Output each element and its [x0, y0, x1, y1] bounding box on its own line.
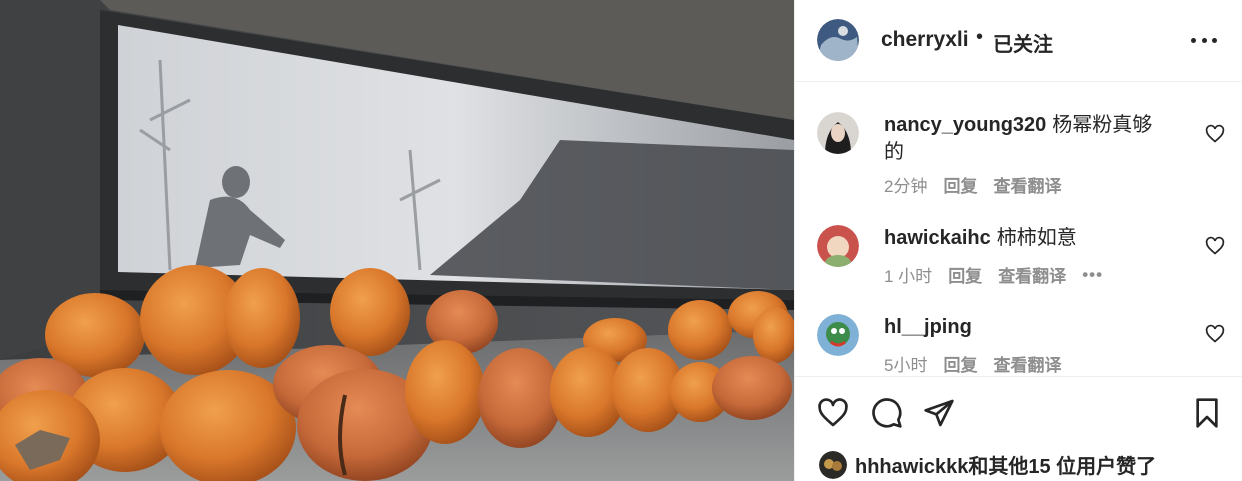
follow-status-button[interactable]: 已关注 — [993, 28, 1053, 57]
liker-avatar[interactable] — [819, 450, 847, 479]
commenter-avatar[interactable] — [817, 112, 859, 154]
likes-summary[interactable]: hhhawickkk和其他15 位用户赞了 — [819, 450, 1156, 479]
paper-plane-icon[interactable] — [923, 397, 955, 429]
likes-text[interactable]: hhhawickkk和其他15 位用户赞了 — [855, 450, 1156, 479]
persimmons-photo — [0, 0, 794, 481]
comment-username[interactable]: hl__jping — [884, 316, 972, 338]
separator-dot: • — [976, 26, 984, 48]
comment-meta: 5小时 回复 查看翻译 — [884, 351, 1061, 376]
reply-button[interactable]: 回复 — [948, 262, 982, 287]
commenter-avatar[interactable] — [817, 225, 859, 267]
comment-time[interactable]: 5小时 — [884, 351, 927, 376]
comment-like-heart-icon[interactable] — [1205, 124, 1225, 144]
reply-button[interactable]: 回复 — [943, 172, 977, 197]
post-header: cherryxli • 已关注 — [795, 0, 1242, 82]
reply-button[interactable]: 回复 — [943, 351, 977, 376]
commenter-avatar[interactable] — [817, 314, 859, 356]
instagram-post-view: cherryxli • 已关注 nancy_young320 杨幂粉真够的 2分… — [0, 0, 1242, 481]
comment-username[interactable]: nancy_young320 — [884, 114, 1046, 136]
post-side-panel: cherryxli • 已关注 nancy_young320 杨幂粉真够的 2分… — [794, 0, 1242, 481]
comment-meta: 2分钟 回复 查看翻译 — [884, 172, 1061, 197]
more-dot — [1212, 37, 1217, 43]
more-dot — [1191, 37, 1196, 43]
translate-button[interactable]: 查看翻译 — [998, 262, 1066, 287]
comment-icon[interactable] — [871, 397, 903, 429]
comment-time[interactable]: 2分钟 — [884, 172, 927, 197]
comment-more-button[interactable]: ••• — [1082, 265, 1103, 285]
comment-text: hl__jping — [884, 314, 1154, 341]
translate-button[interactable]: 查看翻译 — [993, 351, 1061, 376]
author-avatar[interactable] — [817, 19, 859, 61]
comment-time[interactable]: 1 小时 — [884, 262, 932, 287]
comment-username[interactable]: hawickaihc — [884, 227, 991, 249]
author-username[interactable]: cherryxli — [881, 28, 969, 52]
more-dot — [1201, 37, 1207, 43]
translate-button[interactable]: 查看翻译 — [993, 172, 1061, 197]
comment-meta: 1 小时 回复 查看翻译 ••• — [884, 262, 1103, 287]
more-options-icon[interactable] — [1191, 30, 1217, 50]
bookmark-icon[interactable] — [1191, 397, 1223, 429]
comment-like-heart-icon[interactable] — [1205, 236, 1225, 256]
comment-body: 柿柿如意 — [996, 227, 1077, 249]
post-photo[interactable] — [0, 0, 794, 481]
comment-text: nancy_young320 杨幂粉真够的 — [884, 112, 1154, 166]
comment-text: hawickaihc 柿柿如意 — [884, 225, 1154, 252]
comment-like-heart-icon[interactable] — [1205, 324, 1225, 344]
heart-icon[interactable] — [817, 397, 849, 429]
